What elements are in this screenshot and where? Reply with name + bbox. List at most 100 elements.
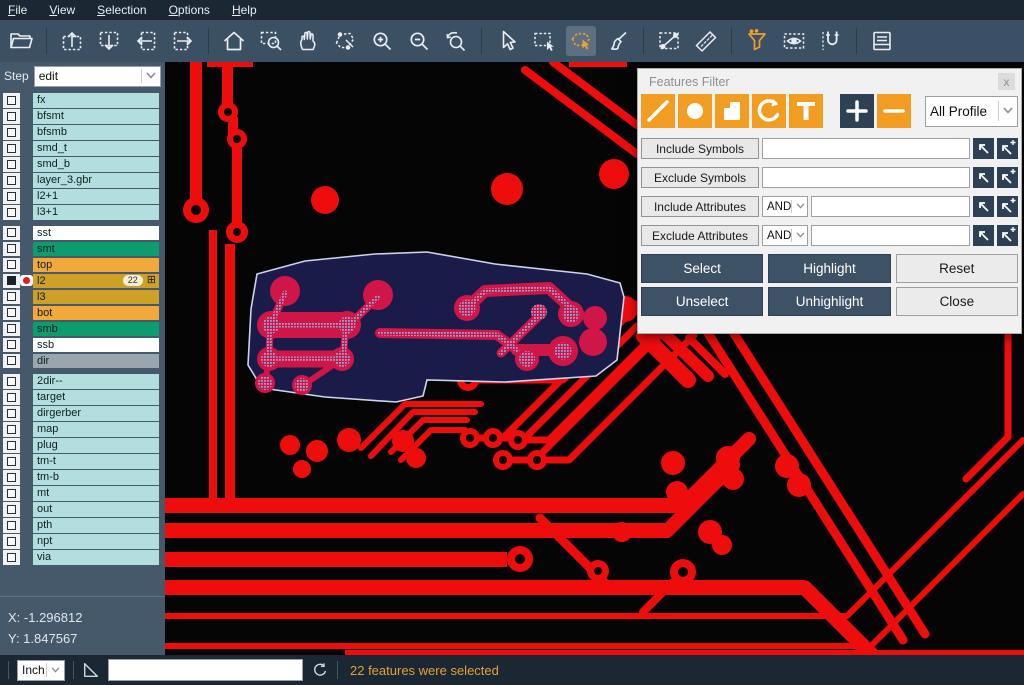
menu-selection[interactable]: Selection: [97, 3, 146, 17]
filter-type-surface-button[interactable]: [715, 94, 749, 128]
exclude-attributes-input[interactable]: [811, 225, 970, 246]
include-attributes-operator-select[interactable]: AND: [762, 196, 808, 217]
pcb-canvas[interactable]: Features Filter x All Profile: [165, 62, 1024, 655]
layer-checkbox-cell[interactable]: [3, 470, 20, 485]
view-filter-button[interactable]: [779, 26, 809, 56]
profile-select[interactable]: All Profile: [925, 96, 1018, 127]
layer-visibility-checkbox[interactable]: [7, 457, 16, 466]
layer-checkbox-cell[interactable]: [3, 422, 20, 437]
select-pointer-button[interactable]: [492, 26, 522, 56]
layer-checkbox-cell[interactable]: [3, 454, 20, 469]
layer-row-mt[interactable]: mt: [3, 486, 159, 501]
layer-visibility-checkbox[interactable]: [7, 176, 16, 185]
layer-row-bfsmb[interactable]: bfsmb: [3, 125, 159, 140]
zoom-window-button[interactable]: [256, 26, 286, 56]
filter-type-text-button[interactable]: [789, 94, 823, 128]
reset-button[interactable]: Reset: [896, 254, 1018, 283]
include-attributes-button[interactable]: Include Attributes: [641, 196, 759, 217]
layer-checkbox-cell[interactable]: [3, 205, 20, 220]
menu-view[interactable]: View: [49, 3, 75, 17]
measure-ruler-button[interactable]: [691, 26, 721, 56]
layer-visibility-checkbox[interactable]: [7, 112, 16, 121]
pick-symbol-button[interactable]: [973, 167, 994, 188]
exclude-attributes-button[interactable]: Exclude Attributes: [641, 225, 759, 246]
pick-symbol-button[interactable]: [973, 138, 994, 159]
layer-visibility-checkbox[interactable]: [7, 505, 16, 514]
layer-visibility-checkbox[interactable]: [7, 393, 16, 402]
include-attributes-input[interactable]: [811, 196, 970, 217]
layer-row-l3+1[interactable]: l3+1: [3, 205, 159, 220]
layer-visibility-checkbox[interactable]: [7, 308, 16, 317]
exclude-symbols-button[interactable]: Exclude Symbols: [641, 167, 759, 188]
layer-checkbox-cell[interactable]: [3, 258, 20, 273]
snap-button[interactable]: [816, 26, 846, 56]
filter-type-line-button[interactable]: [641, 94, 675, 128]
menu-options[interactable]: Options: [169, 3, 210, 17]
pick-attribute-button[interactable]: [973, 225, 994, 246]
pan-down-button[interactable]: [94, 26, 124, 56]
dialog-titlebar[interactable]: Features Filter x: [638, 69, 1021, 94]
layer-checkbox-cell[interactable]: [3, 306, 20, 321]
layer-row-bot[interactable]: bot: [3, 306, 159, 321]
zoom-polygon-button[interactable]: [330, 26, 360, 56]
pan-up-button[interactable]: [57, 26, 87, 56]
layer-checkbox-cell[interactable]: [3, 157, 20, 172]
features-filter-button[interactable]: [742, 26, 772, 56]
feature-info-button[interactable]: [867, 26, 897, 56]
layer-row-map[interactable]: map: [3, 422, 159, 437]
dialog-close-button[interactable]: x: [998, 73, 1015, 90]
layer-row-2dir--[interactable]: 2dir--: [3, 374, 159, 389]
layer-visibility-checkbox[interactable]: [7, 537, 16, 546]
layer-visibility-checkbox[interactable]: [7, 521, 16, 530]
layer-visibility-checkbox[interactable]: [7, 192, 16, 201]
layer-visibility-checkbox[interactable]: [7, 260, 16, 269]
layer-visibility-checkbox[interactable]: [7, 208, 16, 217]
filter-remove-button[interactable]: [877, 94, 911, 128]
layer-checkbox-cell[interactable]: [3, 125, 20, 140]
units-select[interactable]: Inch: [17, 660, 65, 681]
layer-visibility-checkbox[interactable]: [7, 553, 16, 562]
layer-checkbox-cell[interactable]: [3, 93, 20, 108]
exclude-symbols-input[interactable]: [762, 167, 970, 188]
layer-checkbox-cell[interactable]: [3, 242, 20, 257]
exclude-attributes-operator-select[interactable]: AND: [762, 225, 808, 246]
layer-visibility-checkbox[interactable]: [7, 356, 16, 365]
layer-row-fx[interactable]: fx: [3, 93, 159, 108]
layer-checkbox-cell[interactable]: [3, 290, 20, 305]
refresh-icon[interactable]: [311, 661, 329, 679]
layer-visibility-checkbox[interactable]: [7, 160, 16, 169]
layer-row-top[interactable]: top: [3, 258, 159, 273]
layer-visibility-checkbox[interactable]: [7, 144, 16, 153]
layer-visibility-checkbox[interactable]: [7, 228, 16, 237]
layer-row-bfsmt[interactable]: bfsmt: [3, 109, 159, 124]
layer-row-l2+1[interactable]: l2+1: [3, 189, 159, 204]
layer-checkbox-cell[interactable]: [3, 226, 20, 241]
layer-row-target[interactable]: target: [3, 390, 159, 405]
layer-visibility-checkbox[interactable]: [7, 340, 16, 349]
layer-row-smd_t[interactable]: smd_t: [3, 141, 159, 156]
layer-row-smt[interactable]: smt: [3, 242, 159, 257]
include-symbols-button[interactable]: Include Symbols: [641, 138, 759, 159]
layer-visibility-checkbox[interactable]: [7, 324, 16, 333]
layer-checkbox-cell[interactable]: [3, 141, 20, 156]
step-select[interactable]: edit: [34, 66, 161, 87]
open-button[interactable]: [6, 26, 36, 56]
unhighlight-button[interactable]: Unhighlight: [768, 287, 890, 316]
pan-hand-button[interactable]: [293, 26, 323, 56]
pick-add-attribute-button[interactable]: [997, 225, 1018, 246]
layer-visibility-checkbox[interactable]: [7, 409, 16, 418]
layer-visibility-checkbox[interactable]: [7, 425, 16, 434]
menu-file[interactable]: File: [8, 3, 27, 17]
layer-row-sst[interactable]: sst: [3, 226, 159, 241]
layer-checkbox-cell[interactable]: [3, 354, 20, 369]
command-input[interactable]: [108, 659, 303, 681]
layer-row-layer_3.gbr[interactable]: layer_3.gbr: [3, 173, 159, 188]
highlight-button[interactable]: Highlight: [768, 254, 890, 283]
layer-checkbox-cell[interactable]: [3, 109, 20, 124]
layer-visibility-checkbox[interactable]: [7, 473, 16, 482]
include-symbols-input[interactable]: [762, 138, 970, 159]
layer-checkbox-cell[interactable]: [3, 338, 20, 353]
layer-checkbox-cell[interactable]: [3, 438, 20, 453]
layer-visibility-checkbox[interactable]: [7, 244, 16, 253]
pan-right-button[interactable]: [168, 26, 198, 56]
